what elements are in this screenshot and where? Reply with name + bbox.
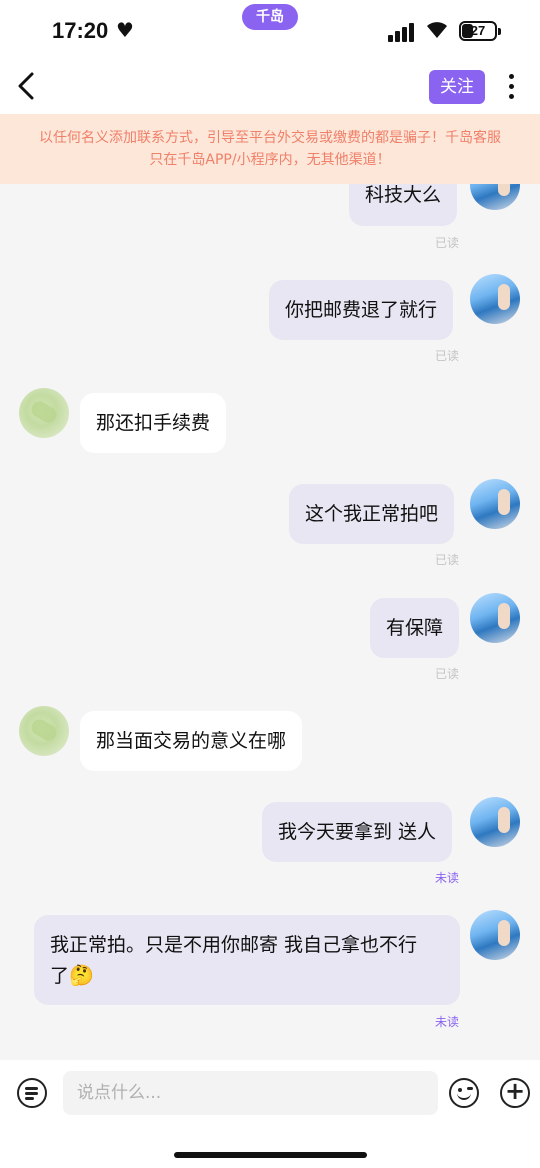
wifi-icon bbox=[425, 20, 449, 45]
my-avatar[interactable] bbox=[470, 797, 520, 847]
unread-status: 未读 bbox=[435, 1015, 460, 1029]
chat-messages[interactable]: 科技大么 已读 你把邮费退了就行 已读 那还扣手续费 这个我正常拍吧 已读 有保… bbox=[0, 184, 540, 1060]
my-avatar[interactable] bbox=[470, 593, 520, 643]
signal-icon bbox=[388, 22, 418, 42]
my-avatar[interactable] bbox=[470, 184, 520, 210]
scam-warning-banner: 以任何名义添加联系方式，引导至平台外交易或缴费的都是骗子！千岛客服 只在千岛AP… bbox=[0, 114, 540, 184]
message-line-1: 我正常拍。只是不用你邮寄 我自己拿也不行 bbox=[50, 934, 418, 956]
warning-line-2: 只在千岛APP/小程序内，无其他渠道！ bbox=[149, 152, 391, 168]
read-status: 已读 bbox=[435, 553, 460, 567]
message-line-2: 了🤔 bbox=[50, 963, 94, 987]
more-icon[interactable] bbox=[500, 70, 524, 104]
read-status: 已读 bbox=[435, 349, 460, 363]
home-indicator[interactable] bbox=[174, 1152, 367, 1158]
status-bar: 17:20 ♥ 千岛 27 bbox=[0, 0, 540, 62]
message-bubble-mine[interactable]: 我正常拍。只是不用你邮寄 我自己拿也不行 了🤔 bbox=[34, 915, 460, 1005]
message-bubble-mine[interactable]: 我今天要拿到 送人 bbox=[262, 802, 453, 862]
heart-icon: ♥ bbox=[116, 18, 134, 42]
my-avatar[interactable] bbox=[470, 479, 520, 529]
message-bubble-mine[interactable]: 这个我正常拍吧 bbox=[289, 484, 455, 544]
status-time: 17:20 bbox=[52, 18, 109, 43]
warning-line-1: 以任何名义添加联系方式，引导至平台外交易或缴费的都是骗子！千岛客服 bbox=[39, 130, 501, 146]
back-icon[interactable] bbox=[16, 70, 36, 110]
list-icon[interactable] bbox=[17, 1078, 47, 1108]
message-bubble-mine[interactable]: 你把邮费退了就行 bbox=[269, 280, 454, 340]
unread-status: 未读 bbox=[435, 871, 460, 885]
read-status: 已读 bbox=[435, 667, 460, 681]
thinking-emoji-icon: 🤔 bbox=[69, 963, 94, 987]
my-avatar[interactable] bbox=[470, 910, 520, 960]
message-bubble-mine[interactable]: 有保障 bbox=[370, 598, 460, 658]
emoji-icon[interactable] bbox=[449, 1078, 479, 1108]
follow-button[interactable]: 关注 bbox=[429, 70, 485, 104]
read-status: 已读 bbox=[435, 236, 460, 250]
message-bubble-contact[interactable]: 那当面交易的意义在哪 bbox=[80, 711, 303, 771]
message-bubble-mine[interactable]: 科技大么 bbox=[349, 184, 458, 226]
message-input[interactable]: 说点什么... bbox=[63, 1071, 438, 1115]
contact-avatar[interactable] bbox=[19, 388, 69, 438]
plus-icon[interactable]: + bbox=[500, 1078, 530, 1108]
my-avatar[interactable] bbox=[470, 274, 520, 324]
chat-header: 关注 bbox=[0, 62, 540, 114]
contact-avatar[interactable] bbox=[19, 706, 69, 756]
dynamic-island-app-label[interactable]: 千岛 bbox=[242, 4, 298, 30]
message-bubble-contact[interactable]: 那还扣手续费 bbox=[80, 393, 227, 453]
message-input-bar: 说点什么... + bbox=[0, 1060, 540, 1168]
battery-level: 27 bbox=[470, 23, 486, 38]
battery-icon: 27 bbox=[459, 21, 501, 41]
